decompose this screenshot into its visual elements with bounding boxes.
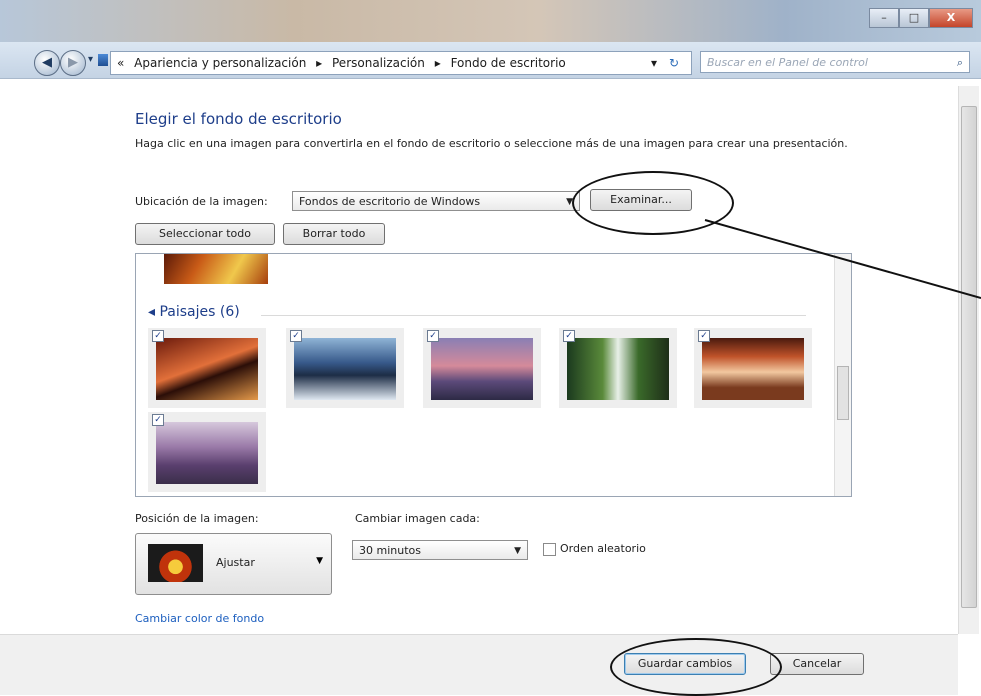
shuffle-checkbox[interactable] [543, 543, 556, 556]
breadcrumb-separator[interactable]: ▸ [316, 56, 322, 70]
save-changes-button[interactable]: Guardar cambios [624, 653, 746, 675]
group-divider [261, 315, 806, 316]
browse-button[interactable]: Examinar... [590, 189, 692, 211]
page-description: Haga clic en una imagen para convertirla… [135, 137, 848, 150]
clear-all-button[interactable]: Borrar todo [283, 223, 385, 245]
wallpaper-checkbox[interactable]: ✓ [427, 330, 439, 342]
close-button[interactable]: X [929, 8, 973, 28]
interval-label: Cambiar imagen cada: [355, 512, 480, 525]
wallpaper-tile[interactable]: ✓ [423, 328, 541, 408]
address-bar[interactable]: « Apariencia y personalización ▸ Persona… [110, 51, 692, 75]
position-label: Posición de la imagen: [135, 512, 259, 525]
title-bar: – □ X [0, 0, 981, 42]
gallery-scrollbar[interactable] [834, 254, 851, 496]
wallpaper-checkbox[interactable]: ✓ [152, 330, 164, 342]
change-background-color-link[interactable]: Cambiar color de fondo [135, 612, 264, 625]
position-value: Ajustar [216, 556, 255, 569]
shuffle-label[interactable]: Orden aleatorio [560, 542, 646, 555]
location-select[interactable]: Fondos de escritorio de Windows ▼ [292, 191, 580, 211]
page-scrollbar[interactable] [958, 86, 979, 634]
wallpaper-checkbox[interactable]: ✓ [152, 414, 164, 426]
gallery-scrollbar-thumb[interactable] [837, 366, 849, 420]
chevron-down-icon: ▼ [514, 546, 521, 556]
breadcrumb-appearance[interactable]: Apariencia y personalización [134, 56, 306, 70]
back-arrow-icon[interactable]: ◀ [34, 50, 60, 76]
page-title: Elegir el fondo de escritorio [135, 110, 342, 128]
collapse-group-icon[interactable]: ◂ [148, 304, 155, 320]
interval-select[interactable]: 30 minutos ▼ [352, 540, 528, 560]
minimize-button[interactable]: – [869, 8, 899, 28]
address-history-icon[interactable]: « [117, 56, 124, 70]
interval-value: 30 minutos [359, 544, 421, 557]
location-value: Fondos de escritorio de Windows [299, 195, 481, 208]
position-select[interactable]: Ajustar ▼ [135, 533, 332, 595]
wallpaper-tile[interactable]: ✓ [694, 328, 812, 408]
wallpaper-checkbox[interactable]: ✓ [698, 330, 710, 342]
refresh-icon[interactable]: ↻ [669, 52, 679, 74]
search-placeholder: Buscar en el Panel de control [707, 56, 868, 69]
group-header-landscapes[interactable]: ◂ Paisajes (6) [148, 304, 240, 320]
maximize-button[interactable]: □ [899, 8, 929, 28]
search-icon[interactable]: ⌕ [957, 52, 963, 74]
wallpaper-tile[interactable]: ✓ [148, 328, 266, 408]
select-all-button[interactable]: Seleccionar todo [135, 223, 275, 245]
cancel-button[interactable]: Cancelar [770, 653, 864, 675]
breadcrumb-separator[interactable]: ▸ [435, 56, 441, 70]
control-panel-icon [98, 54, 108, 66]
breadcrumb-desktop-background[interactable]: Fondo de escritorio [451, 56, 566, 70]
recent-pages-dropdown-icon[interactable]: ▾ [88, 54, 93, 65]
wallpaper-tile[interactable]: ✓ [286, 328, 404, 408]
page-scrollbar-thumb[interactable] [961, 106, 977, 608]
wallpaper-tile[interactable]: ✓ [148, 412, 266, 492]
window-controls: – □ X [869, 8, 973, 28]
position-preview-image [148, 544, 203, 582]
chevron-down-icon: ▼ [316, 556, 323, 566]
address-dropdown-icon[interactable]: ▾ [651, 52, 657, 74]
breadcrumb-personalization[interactable]: Personalización [332, 56, 425, 70]
group-label: Paisajes (6) [159, 304, 240, 320]
wallpaper-checkbox[interactable]: ✓ [563, 330, 575, 342]
wallpaper-thumbnail[interactable] [164, 254, 268, 284]
wallpaper-gallery: ◂ Paisajes (6) ✓ ✓ ✓ ✓ ✓ ✓ [135, 253, 852, 497]
chevron-down-icon: ▼ [566, 197, 573, 207]
forward-arrow-icon[interactable]: ▶ [60, 50, 86, 76]
wallpaper-checkbox[interactable]: ✓ [290, 330, 302, 342]
wallpaper-tile[interactable]: ✓ [559, 328, 677, 408]
search-input[interactable]: Buscar en el Panel de control ⌕ [700, 51, 970, 73]
location-label: Ubicación de la imagen: [135, 195, 268, 208]
